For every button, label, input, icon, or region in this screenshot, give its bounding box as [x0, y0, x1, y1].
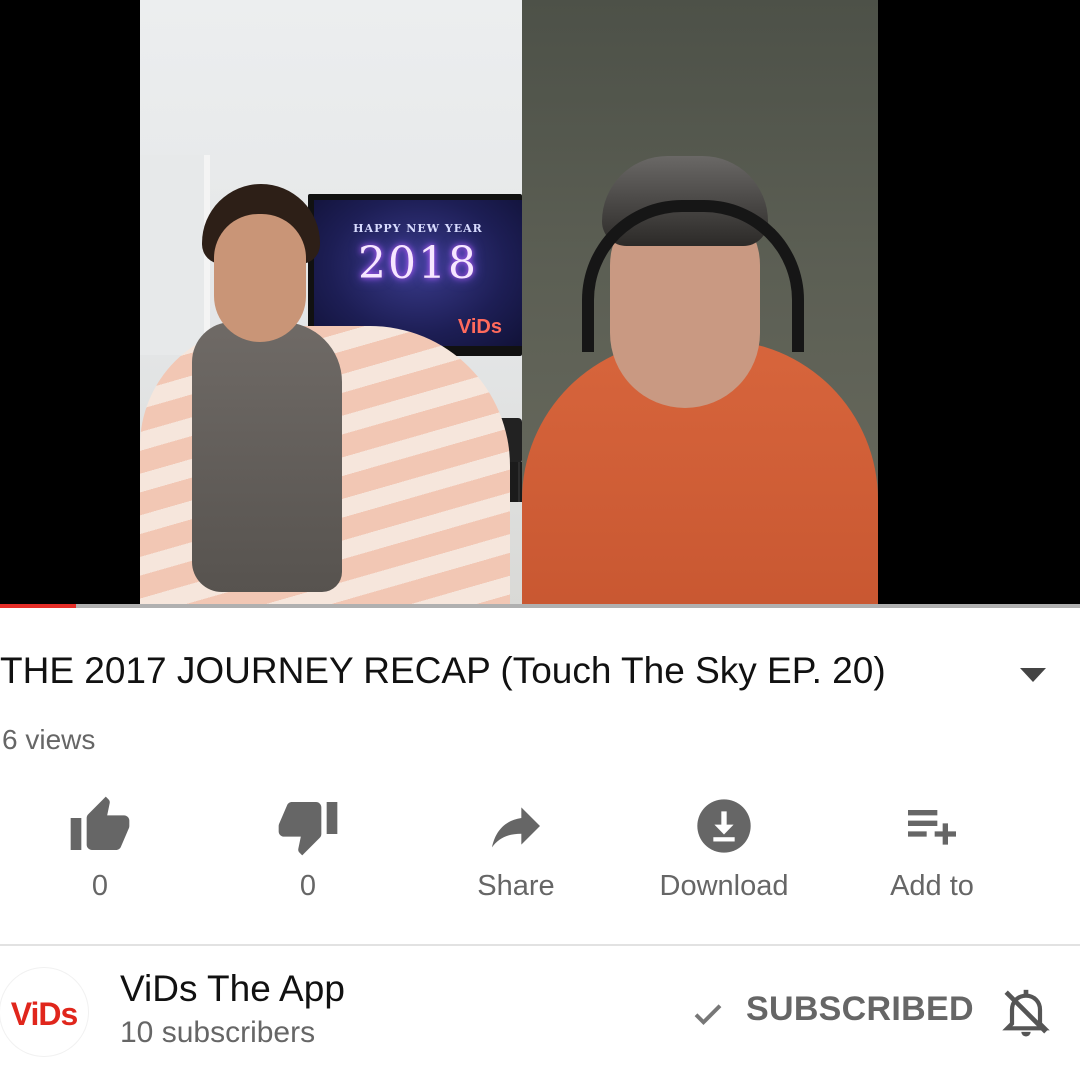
person-left-face — [214, 214, 306, 342]
channel-avatar-logo: ViDs — [10, 996, 79, 1032]
video-left-participant: HAPPY NEW YEAR 2018 ViDs — [140, 0, 522, 606]
video-player[interactable]: HAPPY NEW YEAR 2018 ViDs — [0, 0, 1080, 608]
tv-brand-logo: ViDs — [457, 316, 502, 338]
notifications-off-bell-icon[interactable] — [998, 984, 1054, 1040]
add-to-button[interactable]: Add to — [832, 786, 1032, 916]
section-divider — [0, 944, 1080, 946]
tv-year-text: 2018 — [358, 238, 478, 289]
like-button[interactable]: 0 — [0, 786, 200, 916]
channel-name[interactable]: ViDs The App — [120, 968, 345, 1010]
download-button[interactable]: Download — [624, 786, 824, 916]
video-progress-fill — [0, 604, 76, 608]
video-title: THE 2017 JOURNEY RECAP (Touch The Sky EP… — [0, 650, 886, 691]
subscribed-button[interactable]: SUBSCRIBED — [746, 990, 974, 1029]
tv-greeting-text: HAPPY NEW YEAR — [353, 222, 483, 235]
check-icon — [690, 996, 726, 1032]
like-count: 0 — [91, 870, 109, 902]
download-icon — [692, 794, 756, 858]
person-left-scarf — [192, 322, 342, 592]
dislike-button[interactable]: 0 — [208, 786, 408, 916]
video-progress-bar[interactable] — [0, 604, 1080, 608]
background-door — [140, 155, 210, 355]
expand-description-icon[interactable] — [1020, 668, 1046, 682]
share-button[interactable]: Share — [416, 786, 616, 916]
share-label: Share — [477, 870, 555, 902]
video-right-participant — [522, 0, 878, 606]
add-to-playlist-icon — [900, 794, 964, 858]
share-icon — [484, 794, 548, 858]
channel-avatar[interactable]: ViDs — [0, 968, 88, 1056]
subscriber-count: 10 subscribers — [120, 1016, 316, 1049]
tv-screen: HAPPY NEW YEAR 2018 ViDs — [314, 200, 522, 346]
thumbs-down-icon — [276, 794, 340, 858]
dislike-count: 0 — [299, 870, 317, 902]
thumbs-up-icon — [68, 794, 132, 858]
action-bar: 0 0 Share Download Add to — [0, 786, 1080, 916]
download-label: Download — [659, 870, 789, 902]
add-to-label: Add to — [890, 870, 974, 902]
view-count: 6 views — [2, 724, 96, 755]
